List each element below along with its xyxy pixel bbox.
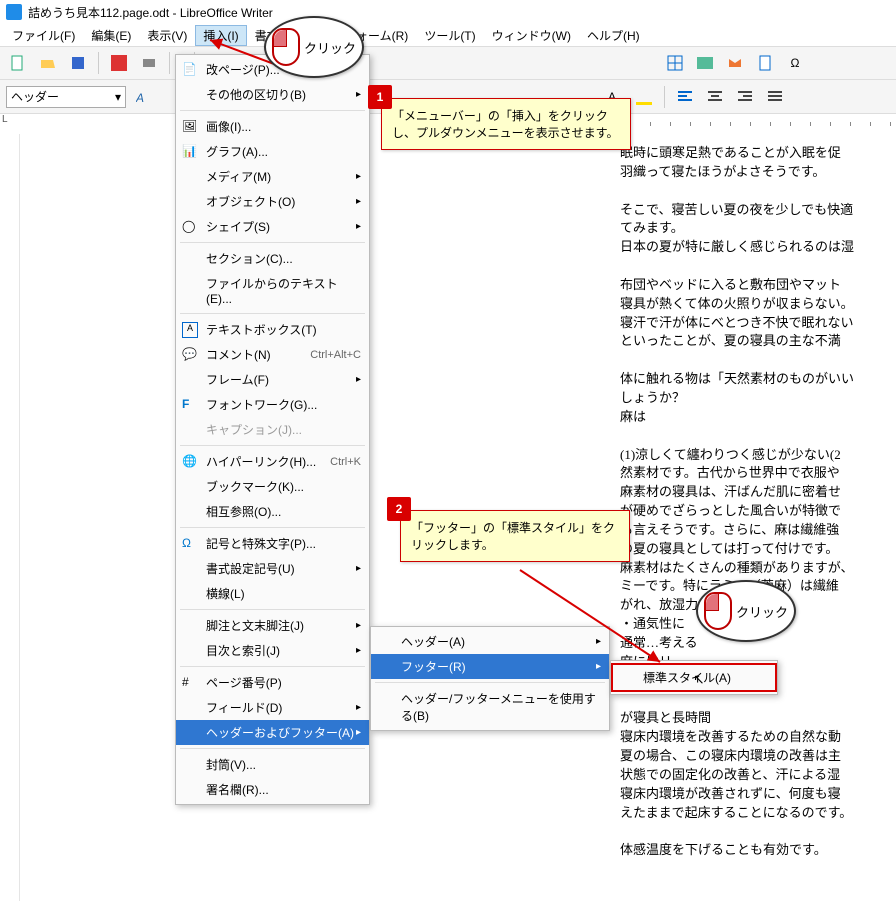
special-char-icon[interactable]: Ω [783,51,807,75]
menu-help[interactable]: ヘルプ(H) [579,25,648,46]
window-title: 詰めうち見本112.page.odt - LibreOffice Writer [28,4,273,21]
menu-header-footer[interactable]: ヘッダーおよびフッター(A)▸ [176,720,369,745]
open-icon[interactable] [36,51,60,75]
app-icon [6,4,22,20]
menu-comment[interactable]: 💬コメント(N)Ctrl+Alt+C [176,342,369,367]
fontwork-icon: F [182,397,198,413]
menu-formatting-mark[interactable]: 書式設定記号(U)▸ [176,556,369,581]
save-icon[interactable] [66,51,90,75]
submenu-footer[interactable]: フッター(R)▸ [371,654,609,679]
insert-dropdown: 📄改ページ(P)... その他の区切り(B)▸ 🖼画像(I)... 📊グラフ(A… [175,54,370,805]
submenu-use-menu[interactable]: ヘッダー/フッターメニューを使用する(B) [371,686,609,728]
menu-hyperlink[interactable]: 🌐ハイパーリンク(H)...Ctrl+K [176,449,369,474]
menu-chart[interactable]: 📊グラフ(A)... [176,139,369,164]
menu-envelope[interactable]: 封筒(V)... [176,752,369,777]
menu-footnote[interactable]: 脚注と文末脚注(J)▸ [176,613,369,638]
paragraph-style-value: ヘッダー [11,88,59,105]
align-center-icon[interactable] [703,85,727,109]
align-right-icon[interactable] [733,85,757,109]
title-bar: 詰めうち見本112.page.odt - LibreOffice Writer [0,0,896,24]
comment-icon: 💬 [182,347,198,363]
export-pdf-icon[interactable] [107,51,131,75]
align-left-icon[interactable] [673,85,697,109]
menu-toc-index[interactable]: 目次と索引(J)▸ [176,638,369,663]
image-insert-icon[interactable] [693,51,717,75]
menu-page-number[interactable]: #ページ番号(P) [176,670,369,695]
submenu-header[interactable]: ヘッダー(A)▸ [371,629,609,654]
menu-insert[interactable]: 挿入(I) [195,25,246,46]
menu-image[interactable]: 🖼画像(I)... [176,114,369,139]
update-style-icon[interactable]: A [132,85,156,109]
menu-section[interactable]: セクション(C)... [176,246,369,271]
cursor-icon: ↖ [693,671,705,688]
menu-signature[interactable]: 署名欄(R)... [176,777,369,802]
click-label: クリック [736,602,788,621]
globe-icon: 🌐 [182,454,198,470]
new-doc-icon[interactable] [6,51,30,75]
menu-special-char[interactable]: Ω記号と特殊文字(P)... [176,531,369,556]
menu-field[interactable]: フィールド(D)▸ [176,695,369,720]
highlight-icon[interactable] [632,85,656,109]
vertical-ruler [0,134,20,901]
menu-frame[interactable]: フレーム(F)▸ [176,367,369,392]
callout-1-text: 「メニューバー」の「挿入」をクリックし、プルダウンメニューを表示させます。 [392,107,620,141]
callout-2-text: 「フッター」の「標準スタイル」をクリックします。 [411,519,619,553]
click-label: クリック [304,38,356,57]
chevron-right-icon: ▸ [356,89,361,100]
chart-icon[interactable] [723,51,747,75]
align-justify-icon[interactable] [763,85,787,109]
document-text: 眠時に頭寒足熱であることが入眠を促 羽織って寝たほうがよさそうです。 そこで、寝… [620,144,896,860]
click-badge-2: クリック [696,580,796,642]
omega-icon: Ω [182,536,198,552]
paragraph-style-combo[interactable]: ヘッダー ▾ [6,86,126,108]
svg-text:A: A [136,91,144,105]
textbox-icon: A [182,322,198,338]
menu-text-from-file[interactable]: ファイルからのテキスト(E)... [176,271,369,310]
chevron-down-icon: ▾ [115,90,121,104]
chart-icon: 📊 [182,144,198,160]
page-number-icon: # [182,675,198,691]
shape-icon: ◯ [182,219,198,235]
menu-edit[interactable]: 編集(E) [83,25,139,46]
menu-object[interactable]: オブジェクト(O)▸ [176,189,369,214]
menu-fontwork[interactable]: Fフォントワーク(G)... [176,392,369,417]
mouse-icon [272,28,300,66]
menu-other-breaks[interactable]: その他の区切り(B)▸ [176,82,369,107]
image-icon: 🖼 [182,119,198,135]
click-badge-1: クリック [264,16,364,78]
menu-view[interactable]: 表示(V) [139,25,195,46]
menu-bar: ファイル(F) 編集(E) 表示(V) 挿入(I) 書式(O) XX フォーム(… [0,24,896,46]
menu-tools[interactable]: ツール(T) [416,25,483,46]
callout-number-2: 2 [387,497,411,521]
main-toolbar: A Ω [0,46,896,80]
callout-1: 1 「メニューバー」の「挿入」をクリックし、プルダウンメニューを表示させます。 [381,98,631,150]
ruler-corner-label: L [2,114,8,125]
menu-caption: キャプション(J)... [176,417,369,442]
callout-2: 2 「フッター」の「標準スタイル」をクリックします。 [400,510,630,562]
footer-style-submenu: 標準スタイル(A) ↖ [610,660,778,695]
menu-window[interactable]: ウィンドウ(W) [484,25,579,46]
print-icon[interactable] [137,51,161,75]
submenu-default-style[interactable]: 標準スタイル(A) ↖ [611,663,777,692]
callout-number-1: 1 [368,85,392,109]
page-break-icon[interactable] [753,51,777,75]
header-footer-submenu: ヘッダー(A)▸ フッター(R)▸ ヘッダー/フッターメニューを使用する(B) [370,626,610,731]
menu-shape[interactable]: ◯シェイプ(S)▸ [176,214,369,239]
menu-crossref[interactable]: 相互参照(O)... [176,499,369,524]
menu-bookmark[interactable]: ブックマーク(K)... [176,474,369,499]
table-icon[interactable] [663,51,687,75]
menu-textbox[interactable]: Aテキストボックス(T) [176,317,369,342]
page-break-icon: 📄 [182,62,198,78]
menu-file[interactable]: ファイル(F) [4,25,83,46]
menu-media[interactable]: メディア(M)▸ [176,164,369,189]
menu-horiz-line[interactable]: 横線(L) [176,581,369,606]
mouse-icon [704,592,732,630]
